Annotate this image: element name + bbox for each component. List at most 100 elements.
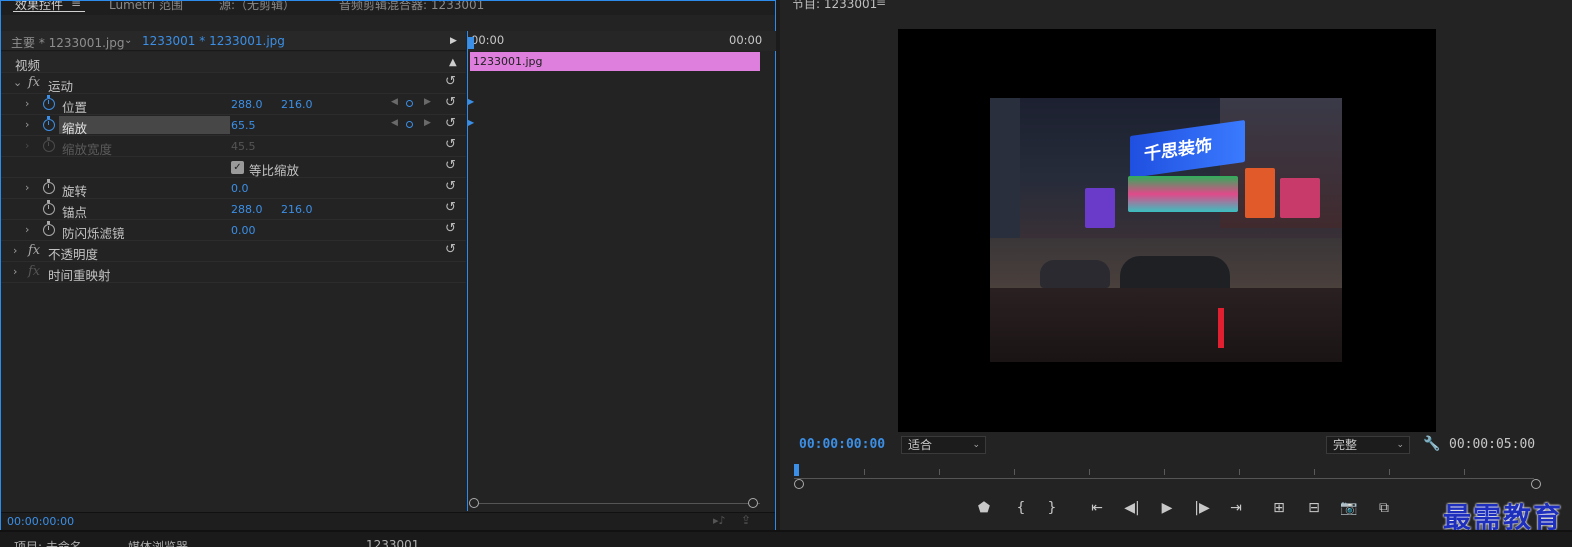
stopwatch-icon[interactable] xyxy=(43,179,55,194)
program-canvas[interactable]: 千思装饰 xyxy=(898,29,1436,432)
reset-icon[interactable]: ↺ xyxy=(445,138,459,152)
reset-icon[interactable]: ↺ xyxy=(445,243,459,257)
property-row-rotation[interactable]: › 旋转 0.0 ↺ xyxy=(1,178,466,199)
menu-icon[interactable]: ≡ xyxy=(876,0,886,9)
stopwatch-icon[interactable] xyxy=(43,95,55,110)
chevron-right-icon[interactable]: › xyxy=(25,223,29,236)
reset-icon[interactable]: ↺ xyxy=(445,96,459,110)
step-back-icon[interactable]: ◀| xyxy=(1122,500,1142,516)
chevron-down-icon[interactable]: ⌄ xyxy=(124,35,132,46)
stopwatch-icon[interactable] xyxy=(43,200,55,215)
time-ruler[interactable] xyxy=(794,464,1541,489)
chevron-right-icon[interactable]: › xyxy=(25,97,29,110)
fit-dropdown[interactable]: 适合 ⌄ xyxy=(901,436,986,454)
zoom-scrollbar[interactable] xyxy=(470,503,760,504)
fx-icon[interactable]: fx xyxy=(28,75,40,90)
chevron-down-icon[interactable]: ⌄ xyxy=(13,76,22,89)
add-keyframe-icon[interactable] xyxy=(406,100,413,107)
chevron-right-icon[interactable]: › xyxy=(13,265,17,278)
reset-icon[interactable]: ↺ xyxy=(445,201,459,215)
tab-sequence[interactable]: 1233001 xyxy=(366,538,419,547)
anchor-x-value[interactable]: 288.0 xyxy=(231,203,263,216)
scale-value[interactable]: 65.5 xyxy=(231,119,256,132)
stopwatch-icon[interactable] xyxy=(43,116,55,131)
playhead-timecode[interactable]: 00:00:00:00 xyxy=(799,437,885,452)
add-marker-icon[interactable]: ⬟ xyxy=(974,500,994,516)
fx-icon: fx xyxy=(28,264,41,279)
tab-menu-icon[interactable]: ≡ xyxy=(71,1,81,10)
quality-dropdown[interactable]: 完整 ⌄ xyxy=(1326,436,1410,454)
reset-icon[interactable]: ↺ xyxy=(445,75,459,89)
position-y-value[interactable]: 216.0 xyxy=(281,98,313,111)
uniform-scale-label: 等比缩放 xyxy=(249,163,300,178)
chevron-right-icon[interactable]: › xyxy=(25,118,29,131)
effect-row-opacity[interactable]: › fx 不透明度 ↺ xyxy=(1,241,466,262)
play-icon[interactable]: ▶ xyxy=(1157,500,1177,516)
mark-in-icon[interactable]: { xyxy=(1011,500,1031,516)
video-section-header: 视频 ▲ xyxy=(1,52,466,73)
zoom-handle-right[interactable] xyxy=(748,498,758,508)
extract-icon[interactable]: ⊟ xyxy=(1304,500,1324,516)
export-frame-icon[interactable]: 📷 xyxy=(1339,500,1359,516)
reset-icon[interactable]: ↺ xyxy=(445,159,459,173)
program-monitor-title[interactable]: 节目: 1233001 xyxy=(792,0,877,12)
time-ruler[interactable]: 00:00 00:00 xyxy=(468,31,776,51)
position-x-value[interactable]: 288.0 xyxy=(231,98,263,111)
tab-media-browser[interactable]: 媒体浏览器 xyxy=(128,538,188,547)
effect-row-motion[interactable]: ⌄ fx 运动 ↺ xyxy=(1,73,466,94)
master-clip-label[interactable]: 主要 * 1233001.jpg xyxy=(11,34,124,51)
effect-row-time-remap[interactable]: › fx 时间重映射 xyxy=(1,262,466,283)
prev-keyframe-icon[interactable]: ◀ xyxy=(391,97,398,107)
play-audio-icon[interactable]: ▸♪ xyxy=(713,514,726,527)
tab-source[interactable]: 源:（无剪辑） xyxy=(219,1,295,13)
keyframe-marker[interactable]: ▶ xyxy=(468,97,474,106)
property-row-position[interactable]: › 位置 288.0 216.0 ◀ ▶ ↺ xyxy=(1,94,466,115)
ruler-end-label: 00:00 xyxy=(729,33,763,47)
go-to-in-icon[interactable]: ⇤ xyxy=(1087,500,1107,516)
current-timecode[interactable]: 00:00:00:00 xyxy=(7,515,74,528)
zoom-handle-left[interactable] xyxy=(469,498,479,508)
go-to-out-icon[interactable]: ⇥ xyxy=(1226,500,1246,516)
timeline-playhead[interactable] xyxy=(468,37,474,49)
keyframe-marker[interactable]: ▶ xyxy=(468,118,474,127)
effect-timeline[interactable]: 00:00 00:00 1233001.jpg ▶ ▶ xyxy=(467,31,776,511)
reset-icon[interactable]: ↺ xyxy=(445,117,459,131)
rotation-value[interactable]: 0.0 xyxy=(231,182,249,195)
lift-icon[interactable]: ⊞ xyxy=(1269,500,1289,516)
tab-lumetri-scopes[interactable]: Lumetri 范围 xyxy=(109,1,183,13)
property-row-anti-flicker[interactable]: › 防闪烁滤镜 0.00 ↺ xyxy=(1,220,466,241)
compare-view-icon[interactable]: ⧉ xyxy=(1374,500,1394,516)
red-light xyxy=(1218,308,1224,348)
clip-header: 主要 * 1233001.jpg ⌄ 1233001 * 1233001.jpg… xyxy=(1,31,466,51)
step-forward-icon[interactable]: |▶ xyxy=(1192,500,1212,516)
anchor-y-value[interactable]: 216.0 xyxy=(281,203,313,216)
fx-icon[interactable]: fx xyxy=(28,243,40,258)
collapse-triangle-icon[interactable]: ▲ xyxy=(449,57,457,68)
wrench-icon[interactable]: 🔧 xyxy=(1423,436,1440,452)
prev-keyframe-icon[interactable]: ◀ xyxy=(391,118,398,128)
add-keyframe-icon[interactable] xyxy=(406,121,413,128)
property-row-scale[interactable]: › 缩放 65.5 ◀ ▶ ↺ xyxy=(1,115,466,136)
reset-icon[interactable]: ↺ xyxy=(445,222,459,236)
export-icon[interactable]: ⇪ xyxy=(741,513,751,527)
next-keyframe-icon[interactable]: ▶ xyxy=(424,97,431,107)
stopwatch-icon[interactable] xyxy=(43,221,55,236)
zoom-scrollbar[interactable] xyxy=(794,478,1534,486)
uniform-scale-checkbox[interactable]: ✓ xyxy=(231,161,244,174)
tab-audio-clip-mixer[interactable]: 音频剪辑混合器: 1233001 xyxy=(339,1,484,13)
next-keyframe-icon[interactable]: ▶ xyxy=(424,118,431,128)
zoom-handle-right[interactable] xyxy=(1531,479,1541,489)
sequence-clip-label[interactable]: 1233001 * 1233001.jpg xyxy=(142,34,285,48)
chevron-right-icon[interactable]: › xyxy=(25,181,29,194)
mark-out-icon[interactable]: } xyxy=(1042,500,1062,516)
zoom-handle-left[interactable] xyxy=(794,479,804,489)
reset-icon[interactable]: ↺ xyxy=(445,180,459,194)
play-triangle-icon[interactable]: ▶ xyxy=(450,36,457,46)
tab-project[interactable]: 项目: 未命名 xyxy=(14,538,82,547)
anti-flicker-value[interactable]: 0.00 xyxy=(231,224,256,237)
time-remap-label: 时间重映射 xyxy=(48,268,111,283)
property-row-anchor[interactable]: 锚点 288.0 216.0 ↺ xyxy=(1,199,466,220)
chevron-right-icon[interactable]: › xyxy=(13,244,17,257)
clip-bar[interactable]: 1233001.jpg xyxy=(470,52,760,71)
program-playhead[interactable] xyxy=(794,464,799,476)
